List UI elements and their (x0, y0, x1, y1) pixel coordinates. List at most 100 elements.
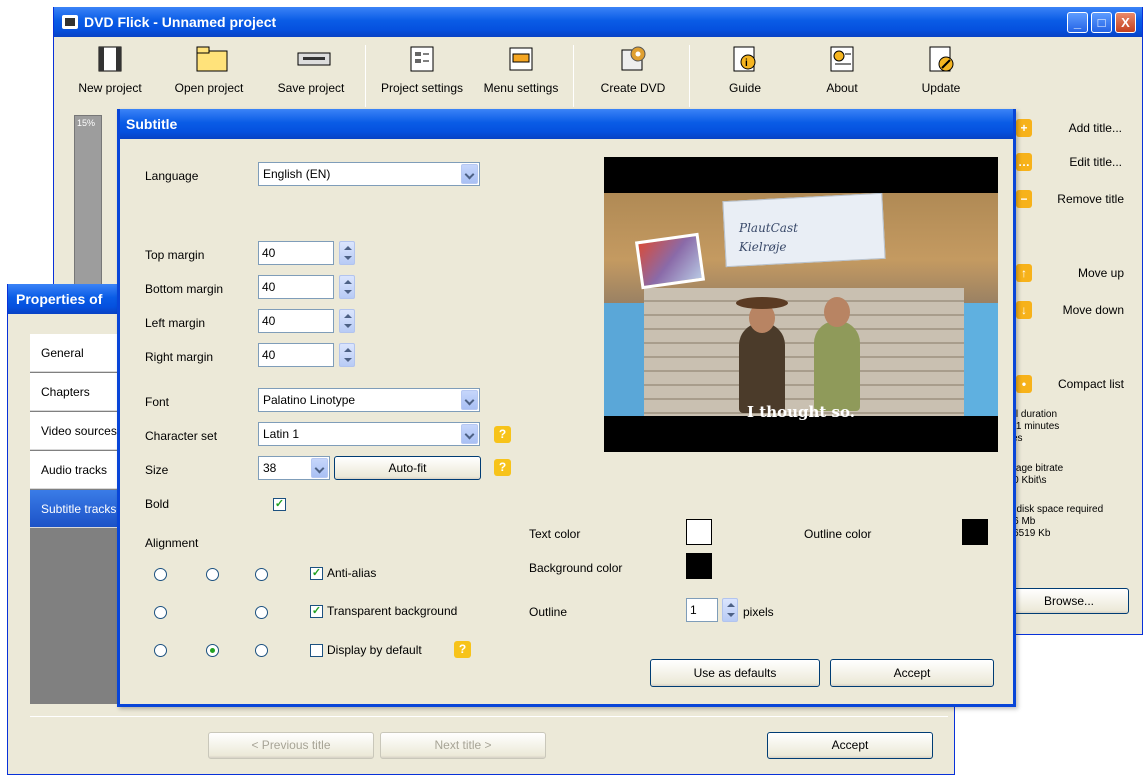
size-select[interactable]: 38 (258, 456, 330, 480)
subtitle-accept-button[interactable]: Accept (830, 659, 994, 687)
titles-count: titles (1002, 433, 1142, 445)
left-margin-input[interactable]: 40 (258, 309, 334, 333)
align-middle-left-radio[interactable] (154, 606, 167, 619)
bottom-margin-input[interactable]: 40 (258, 275, 334, 299)
bold-checkbox[interactable]: ✓ (273, 498, 286, 511)
side-item-subtitle-tracks[interactable]: Subtitle tracks (30, 490, 122, 528)
stats-duration: otal duration 0:01 minutes titles (1002, 409, 1142, 445)
language-label: Language (145, 169, 199, 183)
transparent-bg-label: Transparent background (327, 604, 458, 618)
subtitle-titlebar[interactable]: Subtitle (120, 109, 1013, 139)
charset-help-icon[interactable]: ? (494, 426, 511, 443)
left-margin-spinner[interactable] (339, 309, 355, 333)
bottom-margin-label: Bottom margin (145, 282, 224, 296)
new-project-button[interactable]: New project (60, 45, 160, 95)
outline-label: Outline (529, 605, 568, 619)
move-down-button[interactable]: ↓ Move down (1016, 299, 1143, 325)
folder-icon (195, 45, 228, 73)
disk-mb: 486 Mb (1002, 516, 1036, 527)
project-settings-button[interactable]: Project settings (367, 45, 477, 95)
chevron-down-icon[interactable] (461, 424, 478, 444)
outline-spinner[interactable] (722, 598, 738, 622)
anti-alias-checkbox[interactable]: ✓ (310, 567, 323, 580)
edit-icon: … (1016, 153, 1032, 171)
left-margin-label: Left margin (145, 316, 206, 330)
disk-kb: 726519 Kb (1002, 528, 1051, 539)
right-margin-input[interactable]: 40 (258, 343, 334, 367)
browse-button[interactable]: Browse... (1009, 588, 1129, 614)
previous-title-button[interactable]: < Previous title (208, 732, 374, 759)
side-item-chapters[interactable]: Chapters (30, 373, 122, 411)
add-title-button[interactable]: + Add title... (1016, 117, 1143, 143)
display-default-checkbox[interactable] (310, 644, 323, 657)
compact-list-button[interactable]: • Compact list (1016, 373, 1143, 399)
size-help-icon[interactable]: ? (494, 459, 511, 476)
align-top-center-radio[interactable] (206, 568, 219, 581)
toolbar: New project Open project Save project Pr… (54, 37, 1142, 113)
charset-label: Character set (145, 429, 218, 443)
align-middle-right-radio[interactable] (255, 606, 268, 619)
move-up-button[interactable]: ↑ Move up (1016, 262, 1143, 288)
about-button[interactable]: About (792, 45, 892, 95)
create-dvd-button[interactable]: Create DVD (583, 45, 683, 95)
preview-wall (644, 288, 964, 416)
align-top-right-radio[interactable] (255, 568, 268, 581)
duration-label: otal duration (1002, 409, 1058, 420)
properties-accept-button[interactable]: Accept (767, 732, 933, 759)
language-select[interactable]: English (EN) (258, 162, 480, 186)
arrow-up-icon: ↑ (1016, 264, 1032, 282)
side-item-audio-tracks[interactable]: Audio tracks (30, 451, 122, 489)
close-button[interactable]: X (1115, 12, 1136, 33)
toolbar-label: Save project (277, 81, 345, 95)
text-color-label: Text color (529, 527, 581, 541)
size-label: Size (145, 463, 169, 477)
right-margin-spinner[interactable] (339, 343, 355, 367)
menu-settings-button[interactable]: Menu settings (471, 45, 571, 95)
minimize-button[interactable]: _ (1067, 12, 1088, 33)
update-button[interactable]: Update (891, 45, 991, 95)
charset-select[interactable]: Latin 1 (258, 422, 480, 446)
move-up-label: Move up (1077, 266, 1124, 280)
align-bottom-right-radio[interactable] (255, 644, 268, 657)
remove-title-label: Remove title (1057, 192, 1124, 206)
background-color-label: Background color (529, 561, 623, 575)
chevron-down-icon[interactable] (461, 390, 478, 410)
remove-title-button[interactable]: − Remove title (1016, 188, 1143, 214)
align-bottom-center-radio[interactable] (206, 644, 219, 657)
text-color-swatch[interactable] (686, 519, 712, 545)
top-margin-spinner[interactable] (339, 241, 355, 265)
next-title-button[interactable]: Next title > (380, 732, 546, 759)
save-project-button[interactable]: Save project (261, 45, 361, 95)
chevron-down-icon[interactable] (311, 458, 328, 478)
align-bottom-left-radio[interactable] (154, 644, 167, 657)
autofit-button[interactable]: Auto-fit (334, 456, 481, 480)
chevron-down-icon[interactable] (461, 164, 478, 184)
bitrate-value: 000 Kbit\s (1002, 475, 1047, 486)
side-item-general[interactable]: General (30, 334, 122, 372)
guide-button[interactable]: i Guide (695, 45, 795, 95)
align-top-left-radio[interactable] (154, 568, 167, 581)
outline-input[interactable]: 1 (686, 598, 718, 622)
font-select[interactable]: Palatino Linotype (258, 388, 480, 412)
transparent-bg-checkbox[interactable]: ✓ (310, 605, 323, 618)
svg-text:i: i (745, 58, 748, 69)
maximize-button[interactable]: □ (1091, 12, 1112, 33)
use-as-defaults-button[interactable]: Use as defaults (650, 659, 820, 687)
top-margin-input[interactable]: 40 (258, 241, 334, 265)
background-color-swatch[interactable] (686, 553, 712, 579)
compact-list-icon: • (1016, 375, 1032, 393)
toolbar-separator (365, 45, 366, 107)
open-project-button[interactable]: Open project (159, 45, 259, 95)
side-item-video-sources[interactable]: Video sources (30, 412, 122, 450)
settings-doc-icon (408, 45, 436, 73)
display-default-help-icon[interactable]: ? (454, 641, 471, 658)
gear-icon (619, 45, 647, 73)
subtitle-preview: PlautCast Kielrøje I thought so. (604, 157, 998, 452)
outline-color-swatch[interactable] (962, 519, 988, 545)
bottom-margin-spinner[interactable] (339, 275, 355, 299)
edit-title-button[interactable]: … Edit title... (1016, 151, 1143, 177)
font-value: Palatino Linotype (263, 393, 356, 407)
top-margin-label: Top margin (145, 248, 205, 262)
preview-image: PlautCast Kielrøje (604, 193, 998, 416)
main-titlebar[interactable]: DVD Flick - Unnamed project _ □ X (54, 7, 1142, 37)
